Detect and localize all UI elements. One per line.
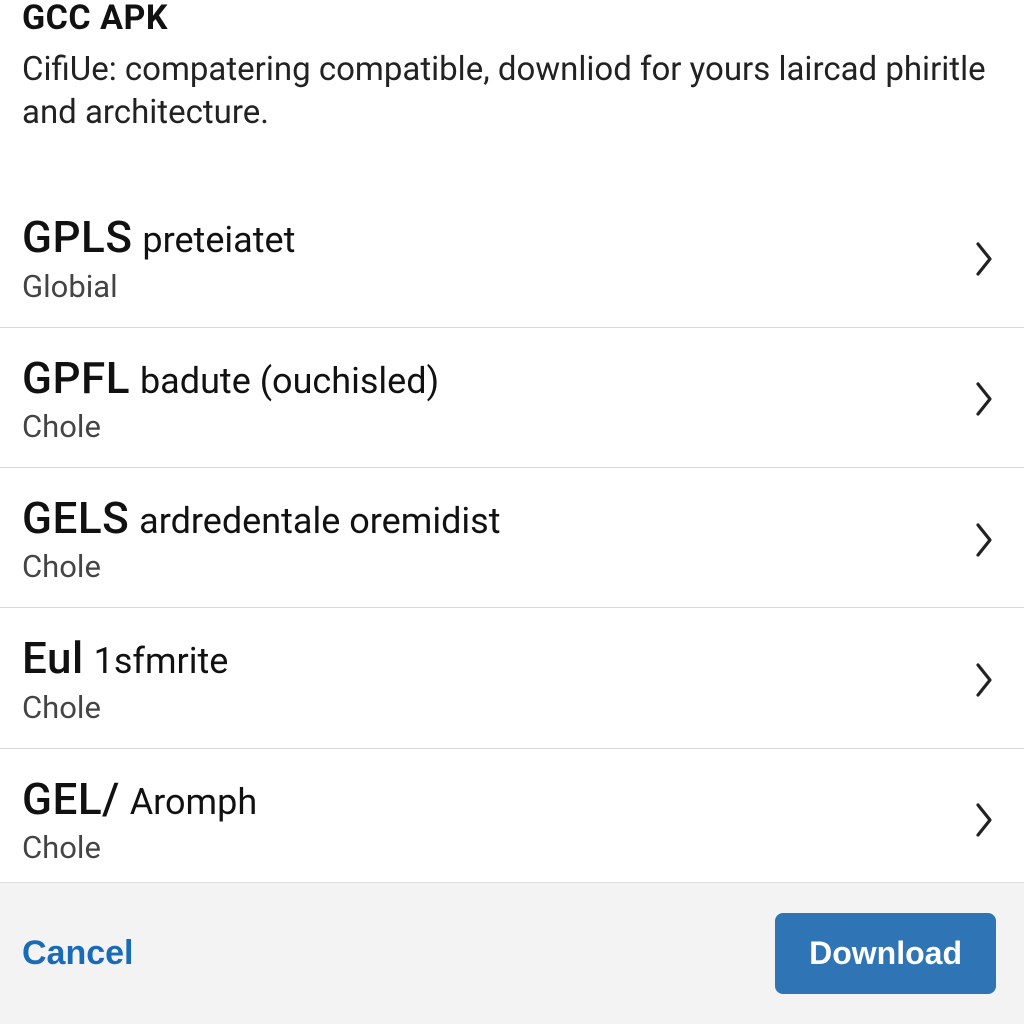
chevron-right-icon [972, 801, 996, 839]
chevron-right-icon [972, 380, 996, 418]
list-item-main: GPFL badute (ouchisled) Chole [22, 354, 439, 445]
cancel-button[interactable]: Cancel [22, 934, 134, 973]
list-item-subtitle: Chole [22, 548, 501, 585]
list-item-title: Eul 1sfmrite [22, 634, 228, 682]
list-item-title: GPFL badute (ouchisled) [22, 354, 439, 402]
list-item-lead: GEL/ [22, 773, 120, 825]
list-item-subtitle: Chole [22, 689, 228, 726]
list-item[interactable]: GEL/ Aromph Chole [0, 749, 1024, 882]
list-item-main: GELS ardredentale oremidist Chole [22, 494, 501, 585]
list-item-rest: preteiatet [142, 219, 295, 261]
list-item-subtitle: Globial [22, 268, 295, 305]
list-item[interactable]: GPLS preteiatet Globial [0, 187, 1024, 327]
dialog-footer: Cancel Download [0, 882, 1024, 1024]
list-item-main: GEL/ Aromph Chole [22, 775, 257, 866]
list-item-lead: GPFL [22, 352, 130, 404]
list-item[interactable]: GELS ardredentale oremidist Chole [0, 468, 1024, 608]
list-item-lead: GPLS [22, 211, 132, 263]
dialog-subtitle: CifiUe: compatering compatible, downliod… [22, 49, 1002, 135]
variant-list: GPLS preteiatet Globial GPFL badute (ouc… [0, 153, 1024, 882]
list-item-lead: GELS [22, 492, 129, 544]
list-item-lead: Eul [22, 632, 84, 684]
list-item-rest: badute (ouchisled) [140, 360, 439, 402]
chevron-right-icon [972, 521, 996, 559]
list-item-main: GPLS preteiatet Globial [22, 213, 295, 304]
list-item-rest: Aromph [130, 781, 257, 823]
list-item-main: Eul 1sfmrite Chole [22, 634, 228, 725]
chevron-right-icon [972, 240, 996, 278]
chevron-right-icon [972, 661, 996, 699]
list-item-title: GELS ardredentale oremidist [22, 494, 501, 542]
list-item-subtitle: Chole [22, 829, 257, 866]
list-item-subtitle: Chole [22, 408, 439, 445]
dialog-title: GCC APK [22, 0, 1002, 37]
list-item[interactable]: GPFL badute (ouchisled) Chole [0, 328, 1024, 468]
list-item-title: GPLS preteiatet [22, 213, 295, 261]
apk-download-dialog: GCC APK CifiUe: compatering compatible, … [0, 0, 1024, 1024]
dialog-header: GCC APK CifiUe: compatering compatible, … [0, 0, 1024, 153]
list-item[interactable]: Eul 1sfmrite Chole [0, 608, 1024, 748]
list-item-title: GEL/ Aromph [22, 775, 257, 823]
list-item-rest: ardredentale oremidist [139, 500, 500, 542]
download-button[interactable]: Download [775, 913, 996, 994]
list-item-rest: 1sfmrite [94, 640, 229, 682]
